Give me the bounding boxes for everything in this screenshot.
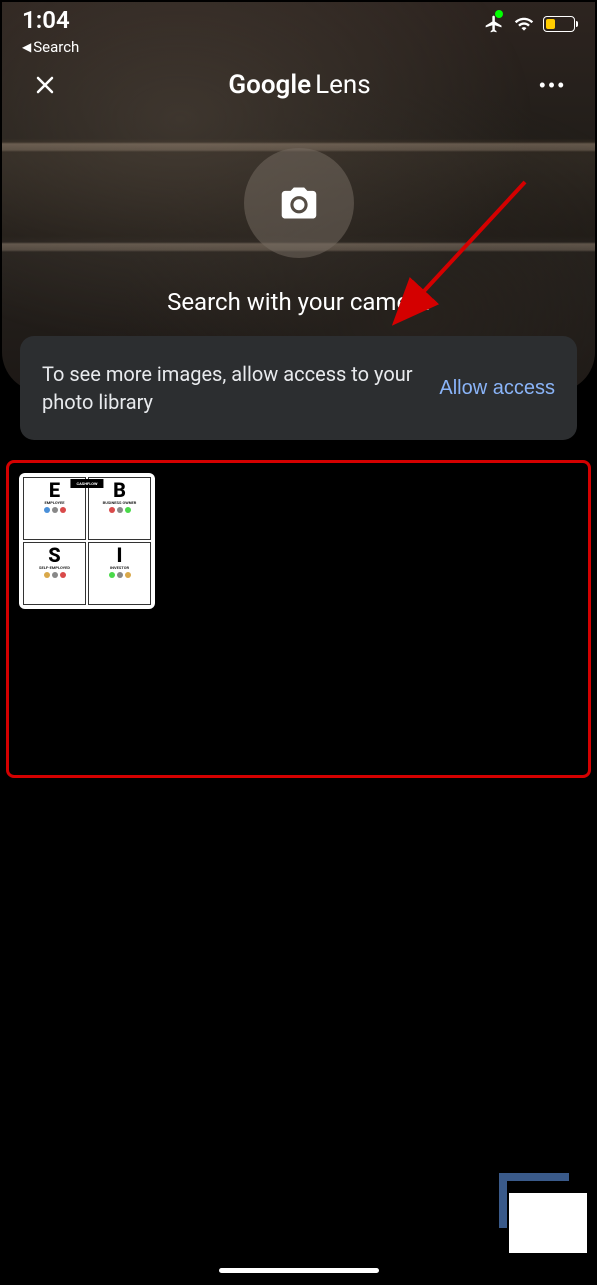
home-indicator[interactable]	[219, 1268, 379, 1273]
wifi-icon	[513, 14, 535, 34]
quad-i: I INVESTOR	[88, 542, 151, 605]
close-button[interactable]	[30, 70, 60, 100]
camera-prompt: Search with your camera	[167, 288, 430, 316]
watermark-logo	[497, 1173, 587, 1253]
status-left: 1:04 ◀ Search	[22, 6, 79, 56]
thumb-header: CASHFLOW	[70, 479, 103, 488]
airplane-mode-icon	[483, 14, 505, 34]
battery-icon	[543, 16, 575, 32]
quad-s: S SELF-EMPLOYED	[23, 542, 86, 605]
permission-banner: To see more images, allow access to your…	[20, 336, 577, 440]
battery-fill	[546, 19, 555, 29]
camera-icon	[278, 184, 320, 222]
app-title: Google Lens	[228, 70, 370, 100]
thumb-content: E EMPLOYEE B BUSINESS OWNER S SELF-EMPLO…	[19, 473, 155, 609]
status-time: 1:04	[22, 6, 79, 34]
more-options-button[interactable]: •••	[539, 75, 567, 96]
close-icon	[33, 73, 57, 97]
status-bar: 1:04 ◀ Search	[2, 2, 595, 52]
status-right	[483, 14, 575, 34]
allow-access-button[interactable]: Allow access	[439, 377, 555, 400]
photo-grid-highlighted: CASHFLOW E EMPLOYEE B BUSINESS OWNER S S…	[6, 460, 591, 778]
photo-thumbnail[interactable]: CASHFLOW E EMPLOYEE B BUSINESS OWNER S S…	[19, 473, 155, 609]
camera-center: Search with your camera	[2, 148, 595, 316]
app-header: Google Lens •••	[2, 52, 595, 118]
title-google: Google	[228, 70, 311, 100]
more-icon: •••	[539, 75, 567, 95]
shutter-button[interactable]	[244, 148, 354, 258]
permission-message: To see more images, allow access to your…	[42, 360, 419, 416]
title-lens: Lens	[315, 70, 371, 100]
